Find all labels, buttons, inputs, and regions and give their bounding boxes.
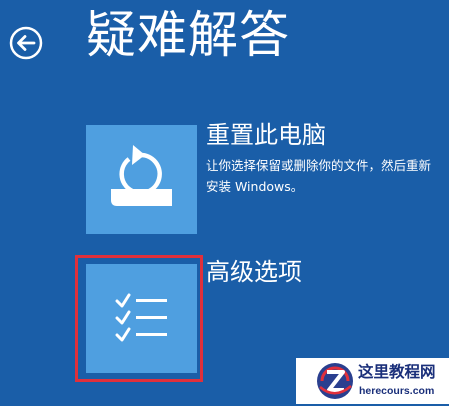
- advanced-options-tile[interactable]: [86, 264, 197, 373]
- watermark: 这里教程网 herecours.com: [296, 358, 449, 404]
- reset-pc-tile[interactable]: [86, 125, 197, 234]
- reset-pc-option[interactable]: 重置此电脑 让你选择保留或删除你的文件，然后重新安装 Windows。: [86, 121, 436, 234]
- watermark-name: 这里教程网: [358, 362, 436, 381]
- reset-pc-title: 重置此电脑: [206, 121, 326, 149]
- page-title: 疑难解答: [86, 6, 290, 64]
- advanced-options-title: 高级选项: [206, 258, 302, 286]
- watermark-url: herecours.com: [359, 385, 435, 397]
- back-button[interactable]: [9, 26, 43, 60]
- arrow-left-circle-icon: [9, 26, 43, 60]
- z-logo-icon: [314, 360, 356, 406]
- reset-pc-description: 让你选择保留或删除你的文件，然后重新安装 Windows。: [206, 158, 432, 194]
